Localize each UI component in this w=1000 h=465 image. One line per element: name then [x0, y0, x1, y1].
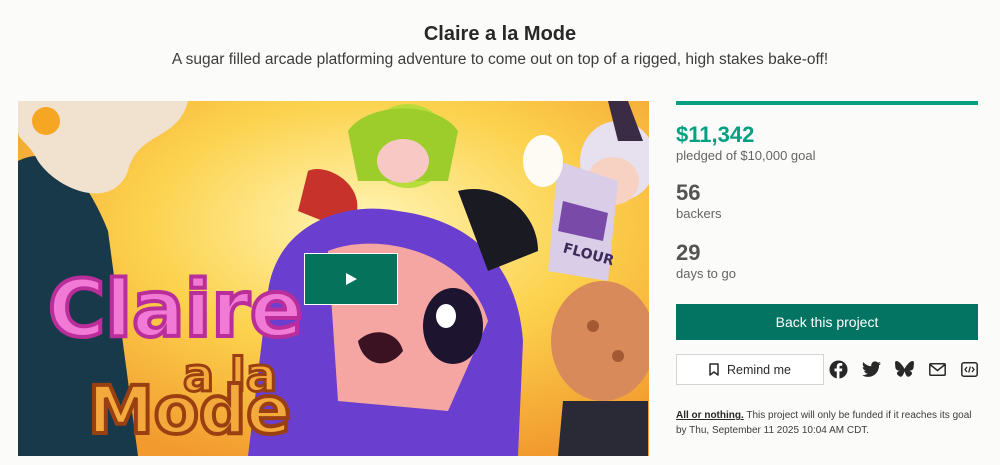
- project-subtitle: A sugar filled arcade platforming advent…: [171, 51, 829, 68]
- bookmark-icon: [709, 363, 719, 376]
- funding-progress-fill: [676, 101, 978, 105]
- embed-icon[interactable]: [960, 360, 979, 379]
- logo-line-3: Mode: [88, 372, 291, 449]
- pledged-amount: $11,342: [676, 122, 755, 147]
- project-title: Claire a la Mode: [423, 23, 577, 45]
- remind-me-label: Remind me: [727, 362, 791, 377]
- days-to-go-count: 29: [676, 240, 701, 265]
- play-icon: [346, 273, 357, 285]
- logo-line-1: Claire: [48, 265, 303, 355]
- all-or-nothing-link[interactable]: All or nothing.: [676, 410, 744, 421]
- days-to-go-label: days to go: [676, 266, 736, 281]
- backers-label: backers: [676, 206, 722, 221]
- facebook-icon[interactable]: [829, 360, 848, 379]
- remind-me-button[interactable]: Remind me: [676, 354, 824, 385]
- twitter-icon[interactable]: [862, 360, 881, 379]
- funding-progress-bar: [676, 101, 978, 105]
- pledged-goal-label: pledged of $10,000 goal: [676, 148, 816, 163]
- backers-count: 56: [676, 180, 701, 205]
- play-video-button[interactable]: [304, 253, 398, 305]
- project-video[interactable]: Claire a la Mode FLOUR: [18, 101, 649, 456]
- funding-stats: $11,342 pledged of $10,000 goal 56 backe…: [676, 101, 978, 282]
- bluesky-icon[interactable]: [895, 360, 914, 379]
- back-project-button[interactable]: Back this project: [676, 304, 978, 340]
- funding-notice: All or nothing. This project will only b…: [676, 408, 981, 438]
- email-icon[interactable]: [928, 360, 947, 379]
